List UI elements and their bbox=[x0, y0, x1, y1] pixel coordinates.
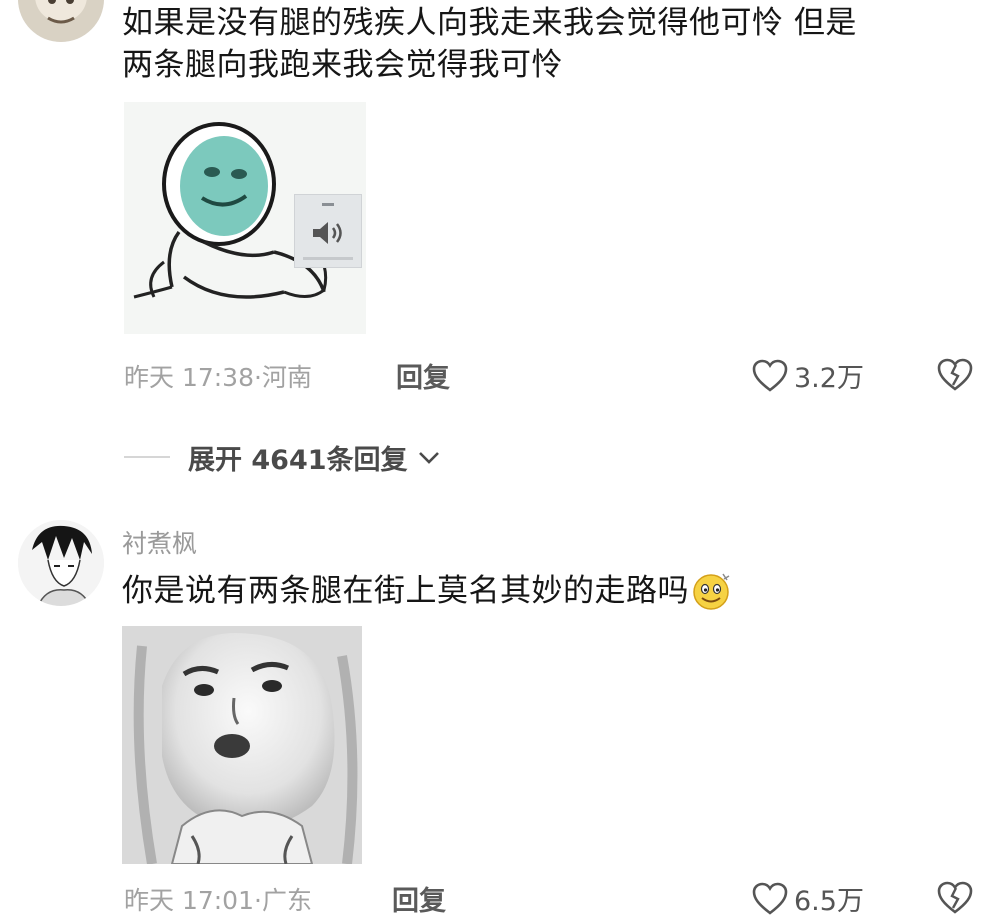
comment-text-content: 你是说有两条腿在街上莫名其妙的走路吗 bbox=[122, 573, 689, 609]
avatar[interactable] bbox=[18, 520, 104, 606]
avatar[interactable] bbox=[18, 0, 104, 42]
reply-button[interactable]: 回复 bbox=[392, 879, 446, 918]
broken-heart-icon bbox=[937, 358, 973, 391]
comment-time: 昨天 17:01 bbox=[124, 886, 254, 915]
reply-button[interactable]: 回复 bbox=[396, 356, 450, 395]
like-button[interactable]: 3.2万 bbox=[752, 356, 864, 395]
dislike-button[interactable] bbox=[937, 358, 973, 396]
smiley-emoji-icon bbox=[693, 573, 730, 610]
expand-divider bbox=[124, 456, 170, 458]
like-count: 3.2万 bbox=[794, 363, 864, 394]
sound-overlay[interactable] bbox=[294, 194, 362, 268]
comment-text: 如果是没有腿的残疾人向我走来我会觉得他可怜 但是 两条腿向我跑来我会觉得我可怜 bbox=[122, 2, 972, 86]
heart-outline-icon bbox=[752, 359, 788, 392]
like-button[interactable]: 6.5万 bbox=[752, 879, 864, 918]
comment-text: 你是说有两条腿在街上莫名其妙的走路吗 bbox=[122, 570, 733, 612]
chevron-down-icon bbox=[418, 451, 439, 464]
comment-meta: 昨天 17:38·河南 bbox=[124, 358, 312, 394]
comment-text-line: 两条腿向我跑来我会觉得我可怜 bbox=[122, 47, 563, 83]
heart-outline-icon bbox=[752, 882, 788, 915]
expand-replies-label: 展开 4641条回复 bbox=[188, 445, 408, 476]
comment-location: 河南 bbox=[261, 363, 312, 392]
like-count: 6.5万 bbox=[794, 886, 864, 917]
meme-sticker-image[interactable] bbox=[122, 626, 362, 864]
comment-meta: 昨天 17:01·广东 bbox=[124, 881, 312, 917]
username[interactable]: 衬煮枫 bbox=[122, 524, 197, 560]
comment-text-line: 如果是没有腿的残疾人向我走来我会觉得他可怜 但是 bbox=[122, 5, 857, 41]
meme-sticker-image[interactable] bbox=[124, 102, 366, 334]
dislike-button[interactable] bbox=[937, 881, 973, 919]
meta-separator: · bbox=[254, 886, 262, 915]
meta-separator: · bbox=[254, 363, 262, 392]
broken-heart-icon bbox=[937, 881, 973, 914]
expand-replies-button[interactable]: 展开 4641条回复 bbox=[188, 438, 440, 477]
comment-location: 广东 bbox=[261, 886, 312, 915]
comment-time: 昨天 17:38 bbox=[124, 363, 254, 392]
speaker-icon bbox=[313, 222, 342, 244]
